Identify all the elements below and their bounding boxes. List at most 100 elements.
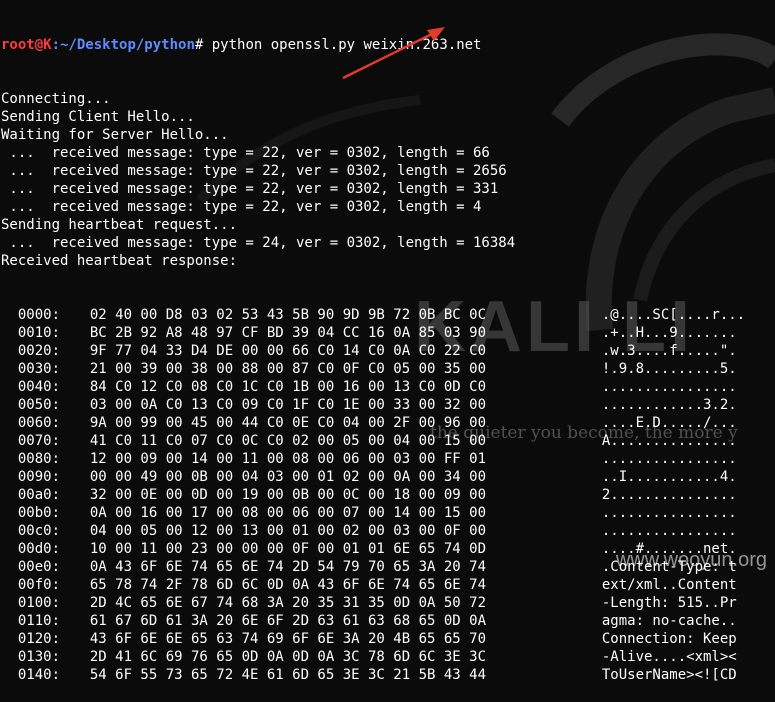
output-line: Waiting for Server Hello... xyxy=(1,127,229,143)
hex-dump: 0000: 02 40 00 D8 03 02 53 43 5B 90 9D 9B… xyxy=(1,306,745,684)
hex-row: 0030: 21 00 39 00 38 00 88 00 87 C0 0F C0… xyxy=(1,360,745,378)
hex-offset: 0130: xyxy=(17,649,61,665)
hex-row: 0140: 54 6F 55 73 65 72 4E 61 6D 65 3E 3C… xyxy=(1,666,745,684)
hex-bytes: BC 2B 92 A8 48 97 CF BD 39 04 CC 16 0A 8… xyxy=(89,325,487,341)
hex-offset: 0140: xyxy=(17,667,61,683)
hex-offset: 0110: xyxy=(17,613,61,629)
hex-ascii: -Alive....<xml>< xyxy=(601,649,737,665)
hex-row: 00e0: 0A 43 6F 6E 74 65 6E 74 2D 54 79 70… xyxy=(1,558,745,576)
output-line: ... received message: type = 22, ver = 0… xyxy=(1,163,507,179)
hex-ascii: agma: no-cache.. xyxy=(601,613,737,629)
hex-indent xyxy=(1,595,18,611)
hex-indent xyxy=(1,451,18,467)
hex-indent xyxy=(1,487,18,503)
prompt-user: root xyxy=(1,37,35,53)
output-line: Sending heartbeat request... xyxy=(1,217,238,233)
hex-ascii: ToUserName><![CD xyxy=(601,667,737,683)
hex-ascii: ................ xyxy=(601,451,737,467)
hex-indent xyxy=(1,307,18,323)
hex-bytes: 61 67 6D 61 3A 20 6E 6F 2D 63 61 63 68 6… xyxy=(89,613,487,629)
hex-bytes: 12 00 09 00 14 00 11 00 08 00 06 00 03 0… xyxy=(89,451,487,467)
hex-indent xyxy=(1,433,18,449)
hex-offset: 0010: xyxy=(17,325,61,341)
hex-row: 0090: 00 00 49 00 0B 00 04 03 00 01 02 00… xyxy=(1,468,745,486)
hex-ascii: ..I...........4. xyxy=(601,469,737,485)
hex-bytes: 02 40 00 D8 03 02 53 43 5B 90 9D 9B 72 0… xyxy=(89,307,487,323)
hex-bytes: 32 00 0E 00 0D 00 19 00 0B 00 0C 00 18 0… xyxy=(89,487,487,503)
hex-ascii: ....E.D...../... xyxy=(601,415,737,431)
hex-row: 0040: 84 C0 12 C0 08 C0 1C C0 1B 00 16 00… xyxy=(1,378,745,396)
hex-bytes: 2D 41 6C 69 76 65 0D 0A 0D 0A 3C 78 6D 6… xyxy=(89,649,487,665)
hex-row: 00b0: 0A 00 16 00 17 00 08 00 06 00 07 00… xyxy=(1,504,745,522)
hex-ascii: .w.3....f.....". xyxy=(601,343,737,359)
hex-indent xyxy=(1,541,18,557)
hex-row: 0080: 12 00 09 00 14 00 11 00 08 00 06 00… xyxy=(1,450,745,468)
prompt-host: K xyxy=(43,37,52,53)
hex-bytes: 10 00 11 00 23 00 00 00 0F 00 01 01 6E 6… xyxy=(89,541,487,557)
hex-bytes: 0A 43 6F 6E 74 65 6E 74 2D 54 79 70 65 3… xyxy=(89,559,487,575)
hex-offset: 00a0: xyxy=(17,487,61,503)
hex-offset: 0080: xyxy=(17,451,61,467)
hex-bytes: 0A 00 16 00 17 00 08 00 06 00 07 00 14 0… xyxy=(89,505,487,521)
hex-indent xyxy=(1,577,18,593)
hex-bytes: 41 C0 11 C0 07 C0 0C C0 02 00 05 00 04 0… xyxy=(89,433,487,449)
hex-bytes: 04 00 05 00 12 00 13 00 01 00 02 00 03 0… xyxy=(89,523,487,539)
hex-offset: 0120: xyxy=(17,631,61,647)
hex-ascii: ................ xyxy=(601,523,737,539)
status-output: Connecting... Sending Client Hello... Wait… xyxy=(1,90,745,270)
hex-offset: 00e0: xyxy=(17,559,61,575)
hex-row: 0120: 43 6F 6E 6E 65 63 74 69 6F 6E 3A 20… xyxy=(1,630,745,648)
output-line: Received heartbeat response: xyxy=(1,253,238,269)
hex-offset: 00b0: xyxy=(17,505,61,521)
prompt-command: python openssl.py weixin.263.net xyxy=(203,37,482,53)
hex-offset: 0100: xyxy=(17,595,61,611)
hex-ascii: ................ xyxy=(601,505,737,521)
hex-indent xyxy=(1,667,18,683)
hex-indent xyxy=(1,379,18,395)
hex-offset: 00d0: xyxy=(17,541,61,557)
hex-offset: 0090: xyxy=(17,469,61,485)
hex-bytes: 03 00 0A C0 13 C0 09 C0 1F C0 1E 00 33 0… xyxy=(89,397,487,413)
output-line: ... received message: type = 22, ver = 0… xyxy=(1,145,490,161)
hex-ascii: ............3.2. xyxy=(601,397,737,413)
hex-offset: 00c0: xyxy=(17,523,61,539)
hex-row: 0110: 61 67 6D 61 3A 20 6E 6F 2D 63 61 63… xyxy=(1,612,745,630)
hex-indent xyxy=(1,559,18,575)
hex-ascii: !.9.8.........5. xyxy=(601,361,737,377)
terminal-output[interactable]: root@K:~/Desktop/python# python openssl.… xyxy=(1,0,745,702)
hex-ascii: .Content-Type: t xyxy=(601,559,737,575)
hex-indent xyxy=(1,415,18,431)
hex-indent xyxy=(1,343,18,359)
hex-ascii: -Length: 515..Pr xyxy=(601,595,737,611)
hex-indent xyxy=(1,523,18,539)
prompt-at: @ xyxy=(34,37,44,53)
hex-ascii: 2............... xyxy=(601,487,737,503)
hex-bytes: 00 00 49 00 0B 00 04 03 00 01 02 00 0A 0… xyxy=(89,469,487,485)
hex-offset: 0040: xyxy=(17,379,61,395)
hex-row: 00c0: 04 00 05 00 12 00 13 00 01 00 02 00… xyxy=(1,522,745,540)
hex-ascii: Connection: Keep xyxy=(601,631,737,647)
output-line: ... received message: type = 24, ver = 0… xyxy=(1,235,516,251)
hex-bytes: 54 6F 55 73 65 72 4E 61 6D 65 3E 3C 21 5… xyxy=(89,667,487,683)
hex-offset: 0020: xyxy=(17,343,61,359)
hex-bytes: 84 C0 12 C0 08 C0 1C C0 1B 00 16 00 13 C… xyxy=(89,379,487,395)
prompt-path: :~/Desktop/python xyxy=(51,37,195,53)
hex-indent xyxy=(1,649,18,665)
hex-indent xyxy=(1,361,18,377)
hex-bytes: 9F 77 04 33 D4 DE 00 00 66 C0 14 C0 0A C… xyxy=(89,343,487,359)
hex-indent xyxy=(1,631,18,647)
hex-ascii: .+..H...9....... xyxy=(601,325,737,341)
hex-row: 0020: 9F 77 04 33 D4 DE 00 00 66 C0 14 C0… xyxy=(1,342,745,360)
output-line: ... received message: type = 22, ver = 0… xyxy=(1,181,499,197)
hex-indent xyxy=(1,505,18,521)
hex-row: 0070: 41 C0 11 C0 07 C0 0C C0 02 00 05 00… xyxy=(1,432,745,450)
hex-offset: 0070: xyxy=(17,433,61,449)
hex-ascii: ext/xml..Content xyxy=(601,577,737,593)
hex-ascii: ................ xyxy=(601,379,737,395)
hex-bytes: 21 00 39 00 38 00 88 00 87 C0 0F C0 05 0… xyxy=(89,361,487,377)
hex-offset: 0000: xyxy=(17,307,61,323)
hex-offset: 0060: xyxy=(17,415,61,431)
hex-bytes: 9A 00 99 00 45 00 44 C0 0E C0 04 00 2F 0… xyxy=(89,415,487,431)
output-line: Connecting... xyxy=(1,91,111,107)
hex-indent xyxy=(1,469,18,485)
